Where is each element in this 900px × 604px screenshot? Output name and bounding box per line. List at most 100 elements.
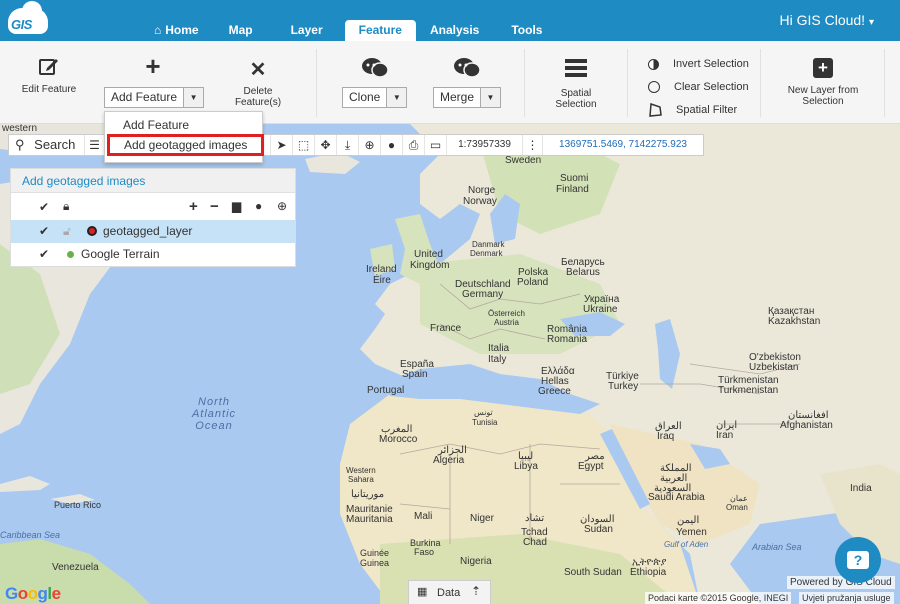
menu-item-add-feature[interactable]: Add Feature bbox=[105, 114, 262, 136]
visible-check-icon[interactable]: ✔ bbox=[39, 243, 49, 266]
ribbon-divider bbox=[760, 49, 761, 117]
map-label: Denmark bbox=[470, 249, 503, 258]
chat-button[interactable]: ? bbox=[835, 537, 881, 583]
map-label: Germany bbox=[462, 289, 504, 300]
half-circle-icon bbox=[648, 58, 659, 70]
remove-layer-icon[interactable]: − bbox=[210, 198, 219, 215]
gis-cloud-logo[interactable]: GIS bbox=[8, 1, 50, 36]
ruler-icon: ▭ bbox=[429, 138, 442, 152]
user-icon[interactable]: ● bbox=[255, 199, 262, 213]
zoom-icon: ⊕ bbox=[364, 138, 375, 152]
layer-panel-toolbar: ✔ 🔒︎ + − ▆ ● ⊕ bbox=[11, 195, 295, 219]
zoom-tool[interactable]: ⊕ bbox=[359, 135, 381, 155]
lock-icon[interactable]: 🔒︎ bbox=[63, 199, 69, 214]
map-label: India bbox=[850, 483, 872, 494]
map-label: Chad bbox=[523, 537, 547, 548]
measure-tool[interactable]: ▭ bbox=[425, 135, 447, 155]
map-label: Suomi bbox=[560, 173, 589, 184]
unlock-icon[interactable]: 🔓︎ bbox=[63, 220, 71, 243]
map-label: Austria bbox=[494, 318, 519, 327]
search-button[interactable]: ⚲ Search bbox=[9, 135, 85, 155]
chevron-down-icon[interactable]: ▼ bbox=[386, 88, 407, 107]
map-label: Arabian Sea bbox=[752, 542, 802, 552]
map-label: Spain bbox=[402, 369, 428, 380]
map-label: Egypt bbox=[578, 461, 604, 472]
tab-map[interactable]: Map bbox=[213, 20, 269, 41]
map-label: Nigeria bbox=[460, 556, 492, 567]
visible-check-icon[interactable]: ✔ bbox=[39, 220, 49, 243]
map-label: Tunisia bbox=[472, 418, 498, 427]
print-tool[interactable]: ⎙ bbox=[403, 135, 425, 155]
menu-item-add-geotagged-images[interactable]: Add geotagged images bbox=[107, 134, 264, 156]
list-icon bbox=[565, 59, 587, 77]
map-label: Niger bbox=[470, 513, 494, 524]
ribbon-divider bbox=[627, 49, 628, 117]
map-label: Ireland bbox=[366, 264, 397, 275]
map-label: Greece bbox=[538, 386, 571, 397]
layer-row[interactable]: ✔ 🔓︎ geotagged_layer bbox=[11, 220, 295, 243]
map-label: Gulf of Aden bbox=[664, 540, 709, 549]
check-all-icon[interactable]: ✔ bbox=[39, 200, 49, 214]
map-label: Belarus bbox=[566, 267, 600, 278]
edit-feature-button[interactable]: Edit Feature bbox=[14, 55, 84, 95]
ribbon-divider bbox=[524, 49, 525, 117]
map-label: Turkmenistan bbox=[718, 385, 779, 396]
map-scale: 1:73957339 bbox=[447, 135, 523, 155]
map-label: Ethiopia bbox=[630, 567, 667, 578]
add-feature-dropdown[interactable]: Add Feature ▼ bbox=[104, 87, 205, 108]
clear-selection-button[interactable]: Clear Selection bbox=[648, 81, 749, 93]
pan-tool[interactable]: ✥ bbox=[315, 135, 337, 155]
main-nav: ⌂ Home Map Layer Feature Analysis Tools bbox=[140, 20, 560, 41]
clone-icon bbox=[360, 57, 390, 82]
chevron-down-icon: ▾ bbox=[868, 17, 874, 28]
map-label: Sudan bbox=[584, 524, 613, 535]
more-menu[interactable]: ⋮ bbox=[523, 135, 543, 155]
tab-layer[interactable]: Layer bbox=[269, 20, 345, 41]
map-label: Éire bbox=[373, 275, 391, 286]
invert-selection-button[interactable]: Invert Selection bbox=[648, 58, 749, 70]
download-icon: ⤓ bbox=[344, 138, 351, 152]
point-symbol-icon bbox=[87, 226, 97, 236]
add-layer-icon[interactable]: + bbox=[189, 198, 198, 215]
ribbon-divider bbox=[316, 49, 317, 117]
user-menu[interactable]: Hi GIS Cloud! ▾ bbox=[779, 12, 874, 28]
print-icon: ⎙ bbox=[408, 138, 419, 152]
tab-analysis[interactable]: Analysis bbox=[416, 20, 493, 41]
globe-tool[interactable]: ● bbox=[381, 135, 403, 155]
map-label: Norway bbox=[463, 196, 497, 207]
spatial-filter-button[interactable]: Spatial Filter bbox=[648, 103, 737, 117]
top-bar: GIS ⌂ Home Map Layer Feature Analysis Too… bbox=[0, 0, 900, 41]
spatial-selection-button[interactable]: Spatial Selection bbox=[546, 57, 606, 110]
pointer-tool[interactable]: ➤ bbox=[271, 135, 293, 155]
layer-list-button[interactable]: ☰ bbox=[85, 135, 105, 155]
data-tab[interactable]: ▦ Data ⇡ bbox=[408, 580, 491, 604]
plus-icon: + bbox=[145, 51, 161, 81]
map-label: تشاد bbox=[525, 513, 545, 524]
basemap-icon bbox=[67, 251, 74, 258]
merge-dropdown[interactable]: Merge ▼ bbox=[433, 87, 502, 108]
map-label: Italy bbox=[488, 354, 507, 365]
clone-dropdown[interactable]: Clone ▼ bbox=[342, 87, 408, 108]
chevron-down-icon[interactable]: ▼ bbox=[183, 88, 204, 107]
tab-feature[interactable]: Feature bbox=[344, 20, 416, 41]
terms-link[interactable]: Uvjeti pružanja usluge bbox=[799, 592, 894, 604]
tab-home[interactable]: ⌂ Home bbox=[140, 20, 213, 41]
map-data-credit: Podaci karte ©2015 Google, INEGI bbox=[645, 592, 792, 604]
download-tool[interactable]: ⤓ bbox=[337, 135, 359, 155]
map-label: United bbox=[414, 249, 443, 260]
box-select-tool[interactable]: ⬚ bbox=[293, 135, 315, 155]
map-label: Morocco bbox=[379, 434, 418, 445]
new-layer-from-selection-button[interactable]: + New Layer from Selection bbox=[782, 58, 864, 107]
tab-tools[interactable]: Tools bbox=[493, 20, 560, 41]
chevron-down-icon[interactable]: ▼ bbox=[480, 88, 501, 107]
layer-row[interactable]: ✔ Google Terrain bbox=[11, 243, 295, 266]
folder-icon[interactable]: ▆ bbox=[232, 199, 241, 213]
delete-features-button[interactable]: ✕ Delete Feature(s) bbox=[228, 59, 288, 108]
chat-icon: ? bbox=[847, 551, 869, 569]
zoom-layer-icon[interactable]: ⊕ bbox=[277, 199, 287, 213]
map-label: Afghanistan bbox=[780, 420, 833, 431]
grid-icon: ▦ bbox=[417, 586, 428, 598]
list-icon: ☰ bbox=[89, 138, 100, 152]
map-canvas[interactable]: western Sweden Suomi Finland Norge Norwa… bbox=[0, 124, 900, 604]
add-box-icon: + bbox=[813, 58, 833, 78]
